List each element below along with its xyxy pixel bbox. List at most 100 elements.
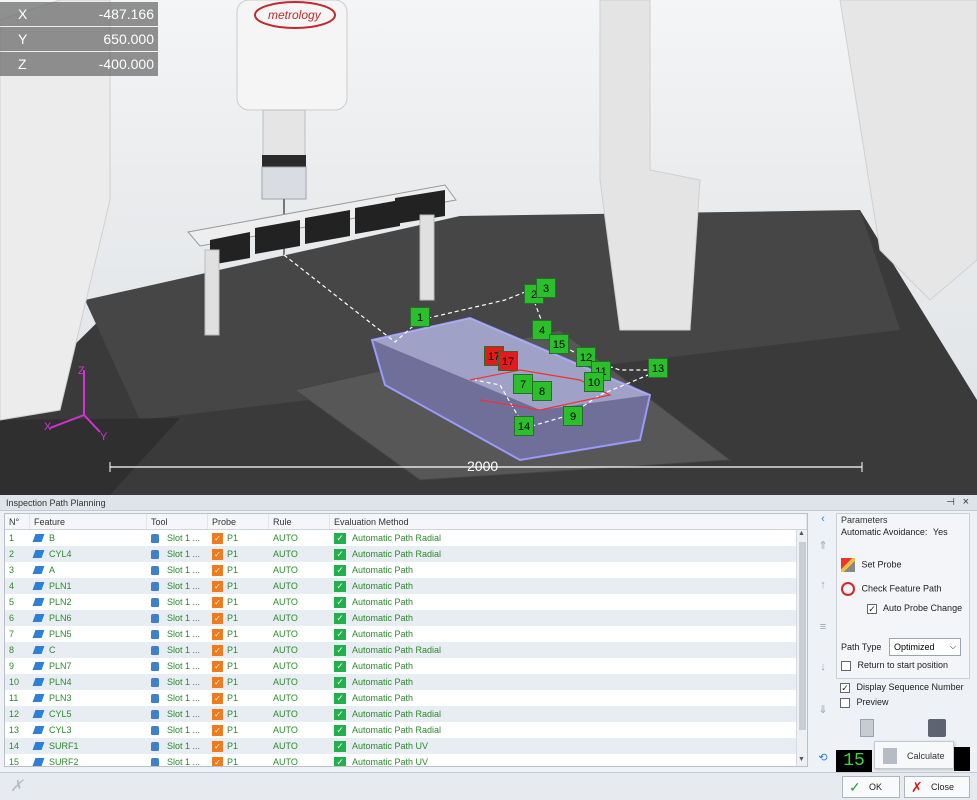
evaluation-cell[interactable]: ✓ Automatic Path Radial bbox=[330, 548, 807, 560]
rule-cell[interactable]: AUTO bbox=[269, 709, 330, 719]
evaluation-cell[interactable]: ✓ Automatic Path bbox=[330, 596, 807, 608]
evaluation-cell[interactable]: ✓ Automatic Path Radial bbox=[330, 532, 807, 544]
rule-cell[interactable]: AUTO bbox=[269, 757, 330, 766]
table-row[interactable]: 5 PLN2 Slot 1 ... ✓ P1 AUTO ✓ Automatic Path bbox=[5, 594, 807, 610]
evaluation-cell[interactable]: ✓ Automatic Path bbox=[330, 676, 807, 688]
sequence-marker[interactable]: 14 bbox=[514, 416, 534, 436]
scroll-thumb[interactable] bbox=[799, 542, 806, 730]
rule-cell[interactable]: AUTO bbox=[269, 613, 330, 623]
tool-cell[interactable]: Slot 1 ... bbox=[147, 581, 208, 591]
rule-cell[interactable]: AUTO bbox=[269, 629, 330, 639]
probe-cell[interactable]: ✓ P1 bbox=[208, 580, 269, 592]
sequence-marker[interactable]: 10 bbox=[584, 372, 604, 392]
probe-cell[interactable]: ✓ P1 bbox=[208, 644, 269, 656]
evaluation-cell[interactable]: ✓ Automatic Path Radial bbox=[330, 708, 807, 720]
tool-cell[interactable]: Slot 1 ... bbox=[147, 565, 208, 575]
rule-cell[interactable]: AUTO bbox=[269, 741, 330, 751]
checkbox-unchecked-icon[interactable] bbox=[841, 660, 851, 671]
evaluation-cell[interactable]: ✓ Automatic Path bbox=[330, 580, 807, 592]
return-to-start-checkbox[interactable]: Return to start position bbox=[841, 660, 948, 671]
probe-cell[interactable]: ✓ P1 bbox=[208, 532, 269, 544]
checkbox-checked-icon[interactable]: ✓ bbox=[840, 682, 850, 693]
column-header[interactable]: Rule bbox=[269, 514, 330, 529]
column-header[interactable]: Tool bbox=[147, 514, 208, 529]
check-feature-path-button[interactable]: Check Feature Path bbox=[841, 582, 942, 596]
column-header[interactable]: Probe bbox=[208, 514, 269, 529]
evaluation-cell[interactable]: ✓ Automatic Path Radial bbox=[330, 724, 807, 736]
sequence-marker[interactable]: 13 bbox=[648, 358, 668, 378]
table-row[interactable]: 9 PLN7 Slot 1 ... ✓ P1 AUTO ✓ Automatic Path bbox=[5, 658, 807, 674]
checkbox-checked-icon[interactable]: ✓ bbox=[867, 603, 877, 614]
tool-cell[interactable]: Slot 1 ... bbox=[147, 613, 208, 623]
vertical-scrollbar[interactable]: ▲ ▼ bbox=[796, 530, 807, 766]
evaluation-cell[interactable]: ✓ Automatic Path Radial bbox=[330, 644, 807, 656]
sequence-marker-selected[interactable]: 17 bbox=[498, 351, 518, 371]
tool-cell[interactable]: Slot 1 ... bbox=[147, 757, 208, 766]
evaluation-cell[interactable]: ✓ Automatic Path UV bbox=[330, 740, 807, 752]
tool-cell[interactable]: Slot 1 ... bbox=[147, 629, 208, 639]
close-button[interactable]: ✗ Close bbox=[904, 776, 970, 798]
table-row[interactable]: 14 SURF1 Slot 1 ... ✓ P1 AUTO ✓ Automatic Path … bbox=[5, 738, 807, 754]
scroll-up-icon[interactable]: ▲ bbox=[798, 530, 805, 537]
table-row[interactable]: 3 A Slot 1 ... ✓ P1 AUTO ✓ Automatic Path bbox=[5, 562, 807, 578]
preview-checkbox[interactable]: Preview bbox=[840, 697, 889, 708]
rule-cell[interactable]: AUTO bbox=[269, 645, 330, 655]
set-probe-button[interactable]: Set Probe bbox=[841, 558, 902, 572]
sequence-marker[interactable]: 8 bbox=[532, 381, 552, 401]
probe-cell[interactable]: ✓ P1 bbox=[208, 564, 269, 576]
evaluation-cell[interactable]: ✓ Automatic Path bbox=[330, 612, 807, 624]
refresh-icon[interactable]: ⟲ bbox=[816, 751, 830, 764]
column-header[interactable]: N° bbox=[5, 514, 30, 529]
move-bottom-icon[interactable]: ⇓ bbox=[816, 703, 830, 716]
tool-cell[interactable]: Slot 1 ... bbox=[147, 549, 208, 559]
move-down-icon[interactable]: ↓ bbox=[816, 661, 830, 673]
table-row[interactable]: 15 SURF2 Slot 1 ... ✓ P1 AUTO ✓ Automatic Path … bbox=[5, 754, 807, 766]
calculate-button[interactable]: Calculate bbox=[874, 741, 954, 769]
table-row[interactable]: 2 CYL4 Slot 1 ... ✓ P1 AUTO ✓ Automatic Path Ra… bbox=[5, 546, 807, 562]
probe-cell[interactable]: ✓ P1 bbox=[208, 612, 269, 624]
close-icon[interactable]: × bbox=[963, 496, 969, 508]
probe-cell[interactable]: ✓ P1 bbox=[208, 628, 269, 640]
table-row[interactable]: 7 PLN5 Slot 1 ... ✓ P1 AUTO ✓ Automatic Path bbox=[5, 626, 807, 642]
rule-cell[interactable]: AUTO bbox=[269, 581, 330, 591]
tool-cell[interactable]: Slot 1 ... bbox=[147, 533, 208, 543]
table-row[interactable]: 6 PLN6 Slot 1 ... ✓ P1 AUTO ✓ Automatic Path bbox=[5, 610, 807, 626]
tool-cell[interactable]: Slot 1 ... bbox=[147, 677, 208, 687]
sequence-marker[interactable]: 7 bbox=[513, 374, 533, 394]
delete-row-icon[interactable]: ≡ bbox=[816, 621, 830, 633]
probe-cell[interactable]: ✓ P1 bbox=[208, 660, 269, 672]
tool-cell[interactable]: Slot 1 ... bbox=[147, 741, 208, 751]
table-row[interactable]: 13 CYL3 Slot 1 ... ✓ P1 AUTO ✓ Automatic Path R… bbox=[5, 722, 807, 738]
move-up-icon[interactable]: ↑ bbox=[816, 579, 830, 591]
rule-cell[interactable]: AUTO bbox=[269, 693, 330, 703]
rule-cell[interactable]: AUTO bbox=[269, 533, 330, 543]
sequence-marker[interactable]: 15 bbox=[549, 334, 569, 354]
evaluation-cell[interactable]: ✓ Automatic Path bbox=[330, 564, 807, 576]
table-row[interactable]: 12 CYL5 Slot 1 ... ✓ P1 AUTO ✓ Automatic Path R… bbox=[5, 706, 807, 722]
sequence-marker[interactable]: 3 bbox=[536, 278, 556, 298]
sequence-marker[interactable]: 9 bbox=[563, 406, 583, 426]
table-row[interactable]: 11 PLN3 Slot 1 ... ✓ P1 AUTO ✓ Automatic Path bbox=[5, 690, 807, 706]
probe-cell[interactable]: ✓ P1 bbox=[208, 708, 269, 720]
3d-viewport[interactable]: metrology Z X Y X -487.166 Y 650.000 Z -… bbox=[0, 0, 977, 495]
tool-cell[interactable]: Slot 1 ... bbox=[147, 597, 208, 607]
probe-cell[interactable]: ✓ P1 bbox=[208, 740, 269, 752]
checkbox-unchecked-icon[interactable] bbox=[840, 697, 850, 708]
rule-cell[interactable]: AUTO bbox=[269, 597, 330, 607]
table-row[interactable]: 4 PLN1 Slot 1 ... ✓ P1 AUTO ✓ Automatic Path bbox=[5, 578, 807, 594]
move-top-icon[interactable]: ⇑ bbox=[816, 539, 830, 552]
probe-cell[interactable]: ✓ P1 bbox=[208, 676, 269, 688]
probe-cell[interactable]: ✓ P1 bbox=[208, 724, 269, 736]
column-header[interactable]: Feature bbox=[30, 514, 147, 529]
rule-cell[interactable]: AUTO bbox=[269, 565, 330, 575]
probe-cell[interactable]: ✓ P1 bbox=[208, 692, 269, 704]
probe-cell[interactable]: ✓ P1 bbox=[208, 596, 269, 608]
evaluation-cell[interactable]: ✓ Automatic Path bbox=[330, 660, 807, 672]
rule-cell[interactable]: AUTO bbox=[269, 677, 330, 687]
display-sequence-checkbox[interactable]: ✓ Display Sequence Number bbox=[840, 682, 964, 693]
evaluation-cell[interactable]: ✓ Automatic Path bbox=[330, 628, 807, 640]
tool-cell[interactable]: Slot 1 ... bbox=[147, 725, 208, 735]
tool-cell[interactable]: Slot 1 ... bbox=[147, 693, 208, 703]
column-header[interactable]: Evaluation Method bbox=[330, 514, 807, 529]
pin-icon[interactable]: ⊣ bbox=[946, 497, 955, 508]
